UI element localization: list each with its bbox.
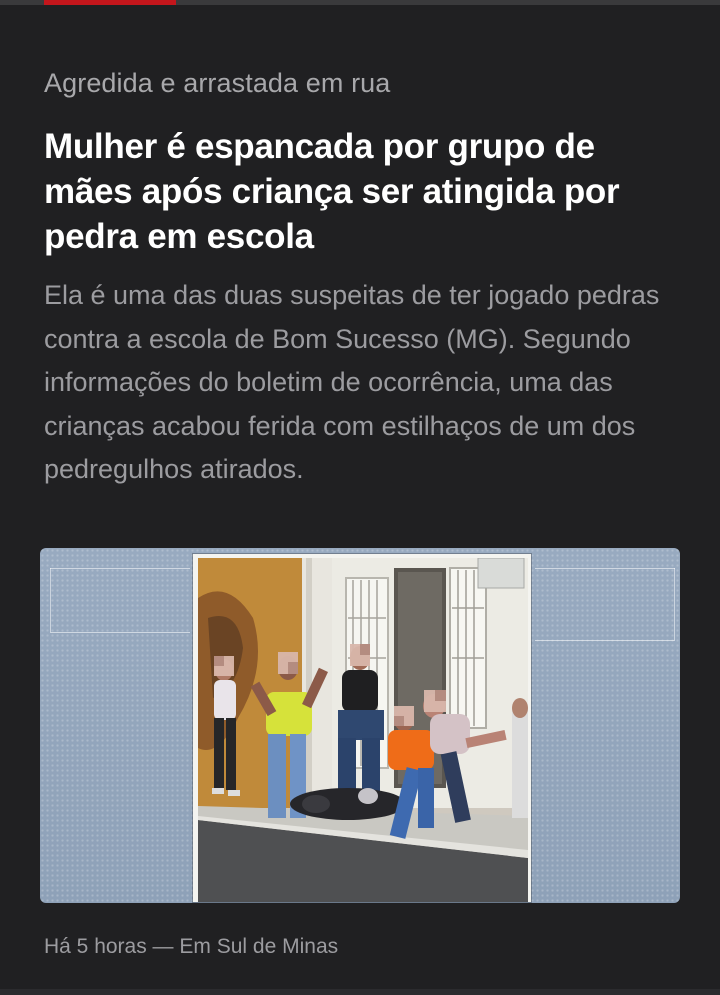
article-meta: Há 5 horas — Em Sul de Minas xyxy=(44,935,339,958)
video-still-frame xyxy=(193,554,531,902)
tv-graphic-line xyxy=(535,568,675,569)
article-headline[interactable]: Mulher é espancada por grupo de mães apó… xyxy=(44,124,684,259)
tv-graphic-line xyxy=(50,632,190,633)
tv-graphic-line xyxy=(50,568,51,632)
video-still-scene xyxy=(198,558,528,902)
tv-graphic-line xyxy=(535,640,675,641)
news-feed-screen: Agredida e arrastada em rua Mulher é esp… xyxy=(0,0,720,995)
active-section-indicator xyxy=(44,0,176,5)
bottom-divider xyxy=(0,989,720,995)
article-kicker: Agredida e arrastada em rua xyxy=(44,68,391,98)
article-summary[interactable]: Ela é uma das duas suspeitas de ter joga… xyxy=(44,274,684,492)
article-thumbnail[interactable] xyxy=(40,548,680,903)
street-fight-illustration xyxy=(198,558,528,902)
tv-graphic-line xyxy=(674,568,675,640)
tv-graphic-line xyxy=(50,568,190,569)
